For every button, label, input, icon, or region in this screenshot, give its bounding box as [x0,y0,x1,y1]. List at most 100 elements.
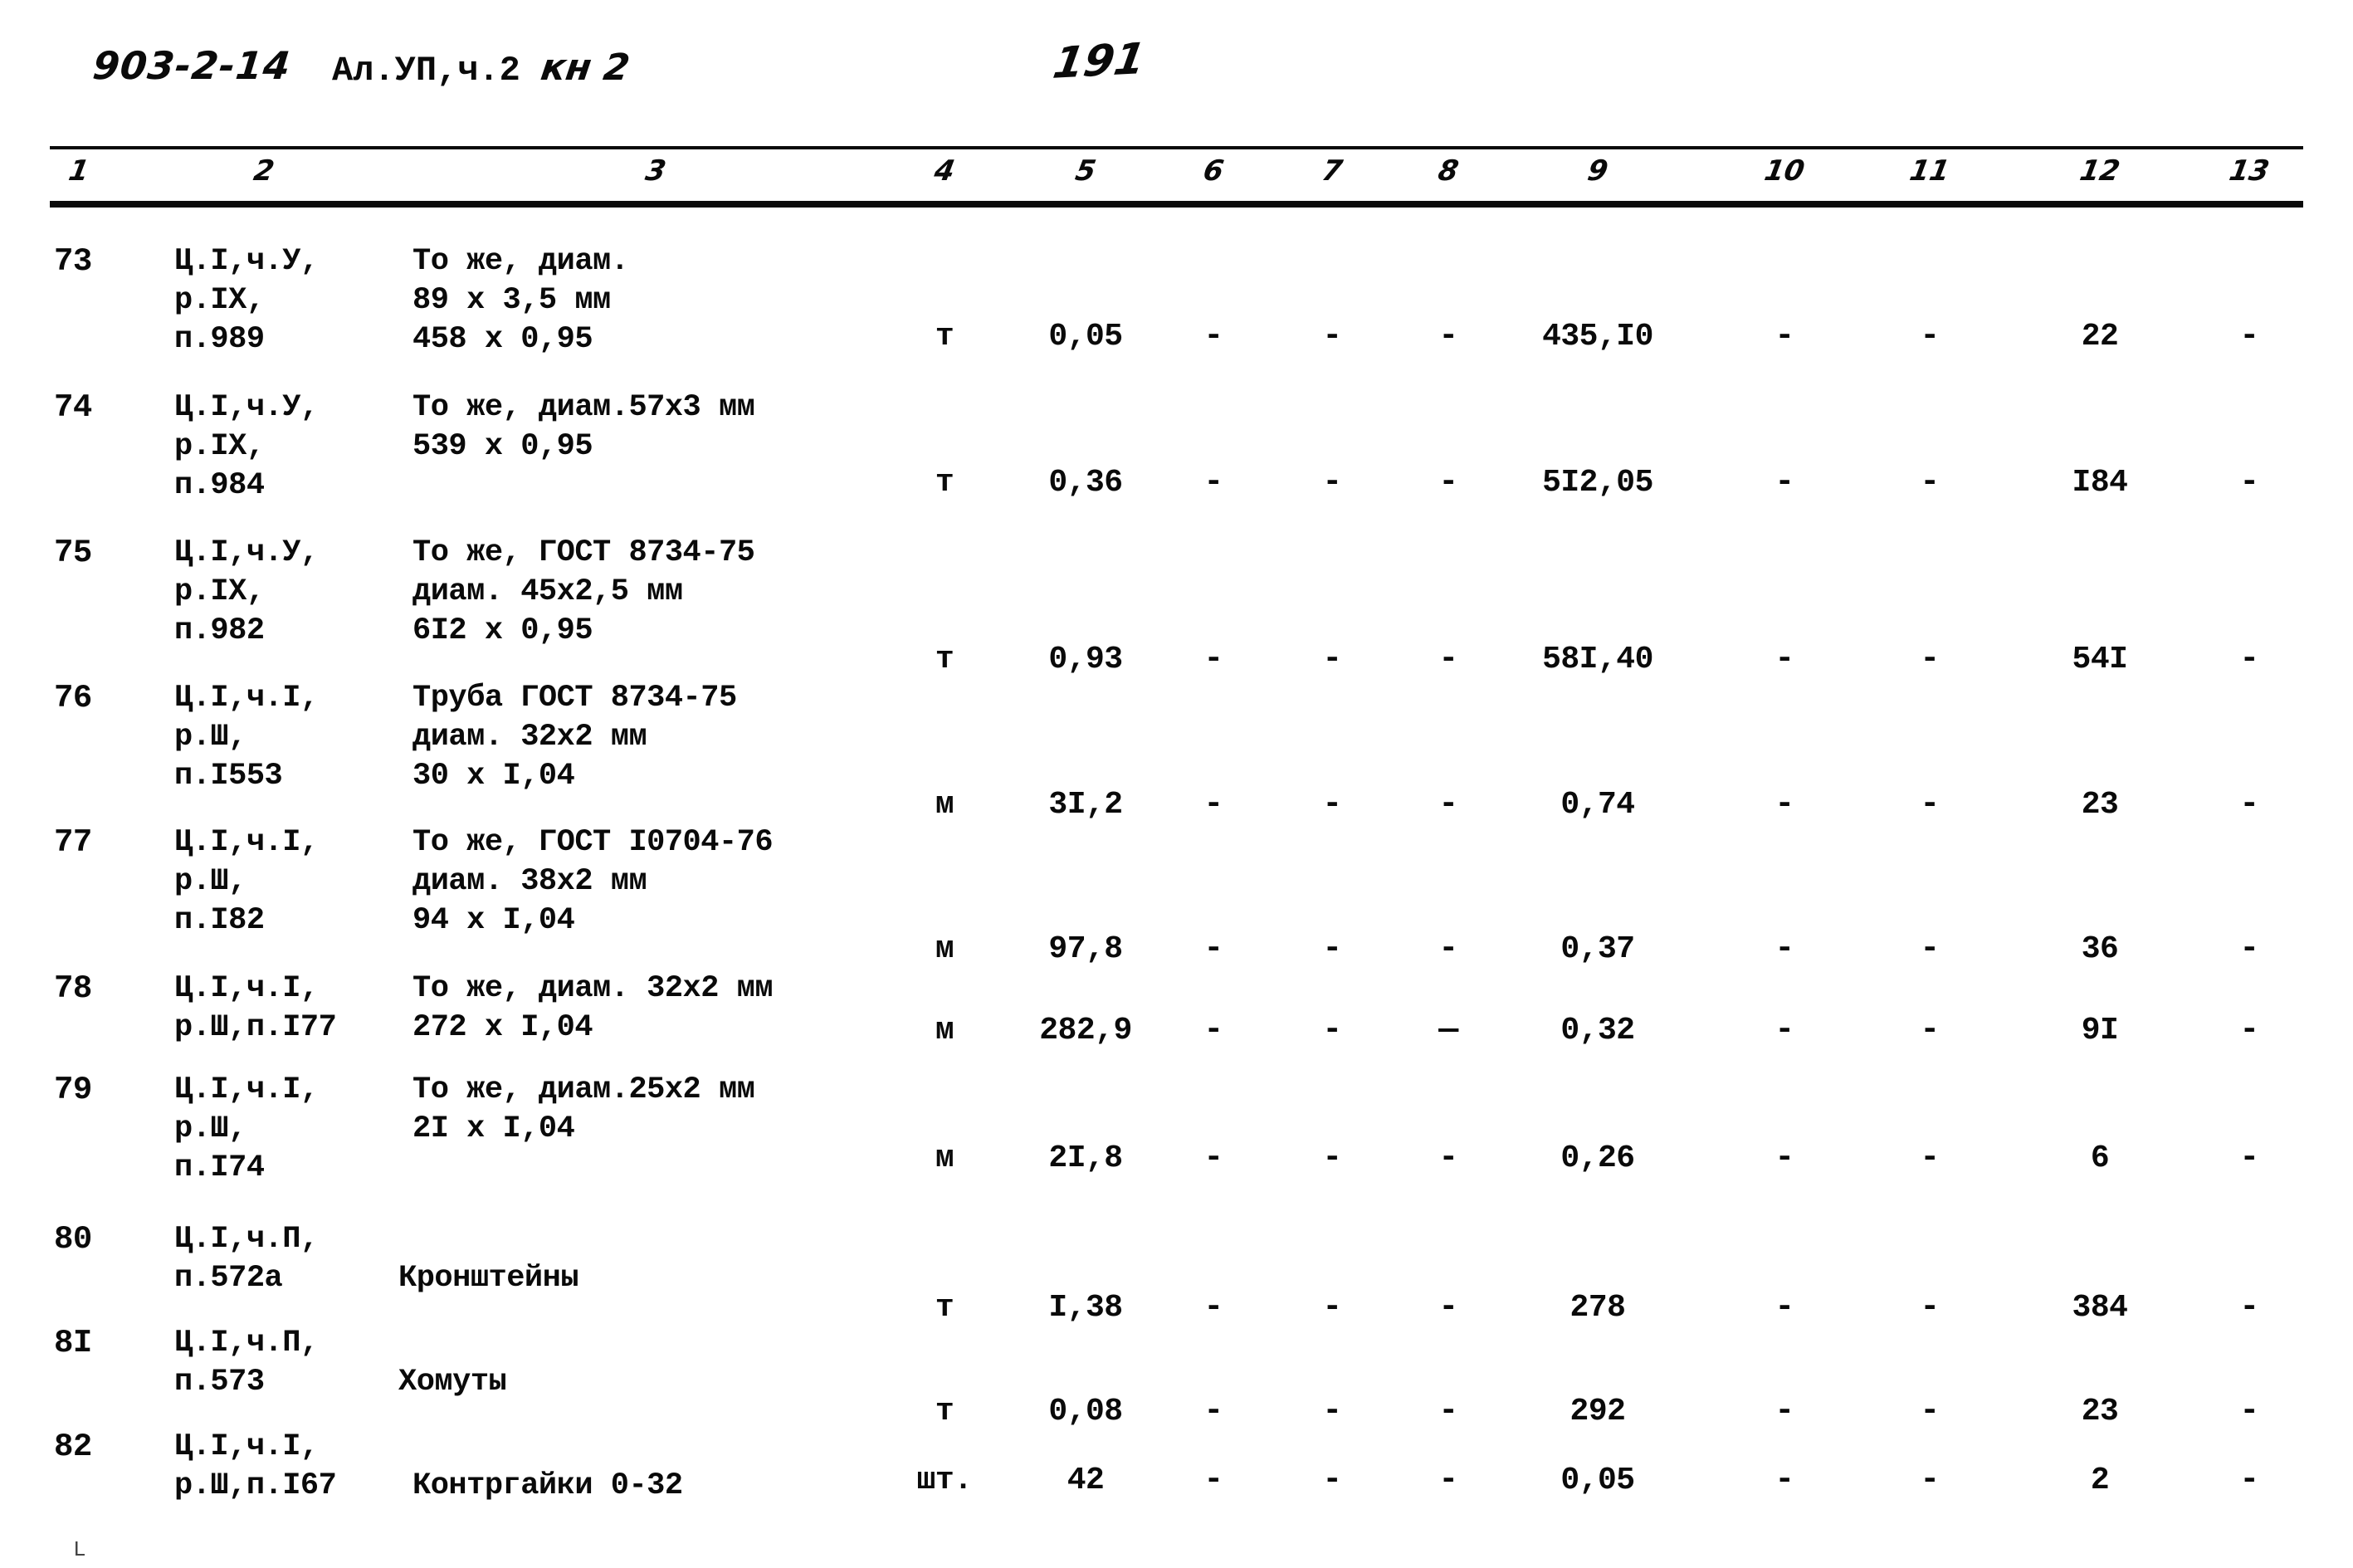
column-number-13: 13 [2226,154,2272,188]
row-number: 79 [54,1072,92,1108]
value-col-5: 42 [1067,1463,1105,1498]
value-col-11: - [1920,1462,1940,1499]
reference-code-line: п.I553 [174,759,283,794]
row-number: 73 [54,243,92,280]
description: То же, ГОСТ 8734-75 диам. 45х2,5 мм 6I2 x … [413,534,755,651]
value-col-12: 6 [2090,1141,2110,1176]
document-code: 903-2-14 [90,43,294,88]
value-col-10: - [1775,641,1794,678]
column-number-3: 3 [642,154,669,188]
value-col-12: I84 [2072,465,2128,501]
description: Кронштейны [398,1259,579,1298]
value-col-5: 2I,8 [1048,1141,1123,1176]
unit: т [935,465,954,501]
scan-artifact: L [73,1537,86,1562]
description-line: диам. 45х2,5 мм [413,574,683,609]
reference-code-line: Ц.I,ч.У, [174,390,319,425]
value-col-8: - [1438,1393,1458,1430]
unit: м [935,1141,954,1176]
description: То же, диам.25х2 мм 2I x I,04 [413,1071,755,1149]
value-col-5: 97,8 [1048,931,1123,967]
unit: т [935,319,954,354]
column-number-2: 2 [251,154,277,188]
description-line: То же, диам.57х3 мм [413,390,755,425]
value-col-10: - [1775,1393,1794,1430]
value-col-8: - [1438,318,1458,355]
value-col-9: 0,74 [1560,787,1635,823]
reference-code-line: Ц.I,ч.I, [174,971,319,1006]
value-col-8: - [1438,786,1458,823]
reference-code-line: Ц.I,ч.П, [174,1222,319,1257]
value-col-13: - [2239,318,2259,355]
value-col-13: - [2239,464,2259,501]
row-number: 77 [54,824,92,861]
scanned-page: 903-2-14 Ал.УП,ч.2 кн 2 191 1 2 3 4 5 6 7 8 9 10 1… [0,0,2353,1568]
value-col-12: 36 [2081,931,2119,967]
value-col-5: 0,93 [1048,642,1123,677]
reference-code: Ц.I,ч.П, п.572а [174,1220,319,1298]
reference-code-line: п.I74 [174,1150,265,1185]
unit: м [935,931,954,967]
description-line: Труба ГОСТ 8734-75 [413,681,737,716]
value-col-13: - [2239,931,2259,968]
reference-code-line: п.573 [174,1365,265,1399]
unit: т [935,1290,954,1326]
value-col-11: - [1920,318,1940,355]
header-rule-bottom [50,201,2303,208]
value-col-8: - [1438,931,1458,968]
unit: м [935,1013,954,1048]
reference-code: Ц.I,ч.У, р.IX, п.984 [174,388,319,506]
reference-code: Ц.I,ч.I, р.Ш, п.I82 [174,823,319,940]
column-number-6: 6 [1200,154,1227,188]
value-col-8: - [1438,464,1458,501]
value-col-11: - [1920,786,1940,823]
reference-code-line: п.989 [174,322,265,357]
reference-code: Ц.I,ч.I, р.Ш,п.I67 [174,1428,337,1506]
reference-code-line: р.Ш,п.I67 [174,1468,337,1503]
description-line: То же, ГОСТ 8734-75 [413,535,755,570]
description-line: 89 x 3,5 мм [413,283,611,318]
description-line: То же, диам.25х2 мм [413,1072,755,1107]
value-col-10: - [1775,1140,1794,1177]
value-col-9: 0,26 [1560,1141,1635,1176]
value-col-9: 58I,40 [1542,642,1653,677]
description-line: То же, ГОСТ I0704-76 [413,825,774,860]
row-number: 80 [54,1221,92,1258]
value-col-8: - [1438,1289,1458,1326]
value-col-10: - [1775,931,1794,968]
description-line: То же, диам. [413,244,629,279]
reference-code-line: Ц.I,ч.П, [174,1326,319,1360]
value-col-9: 0,05 [1560,1463,1635,1498]
description-line: 30 x I,04 [413,759,575,794]
value-col-9: 435,I0 [1542,319,1653,354]
value-col-11: - [1920,1140,1940,1177]
reference-code-line: р.IX, [174,429,265,464]
value-col-5: 0,36 [1048,465,1123,501]
value-col-12: 2 [2090,1463,2110,1498]
value-col-8: - [1438,1140,1458,1177]
reference-code-line: п.I82 [174,903,265,938]
value-col-13: - [2239,1140,2259,1177]
description: Труба ГОСТ 8734-75 диам. 32х2 мм 30 x I,04 [413,679,737,796]
row-number: 8I [54,1325,92,1361]
column-number-4: 4 [931,154,958,188]
description-line: 94 x I,04 [413,903,575,938]
value-col-11: - [1920,1012,1940,1049]
description: То же, диам. 89 x 3,5 мм 458 x 0,95 [413,242,629,359]
reference-code: Ц.I,ч.I, р.Ш, п.I74 [174,1071,319,1188]
column-number-5: 5 [1072,154,1099,188]
description-line: 6I2 x 0,95 [413,613,593,648]
value-col-8: — [1438,1012,1458,1049]
album-text: Ал.УП,ч.2 [332,51,520,90]
reference-code-line: р.IX, [174,283,265,318]
reference-code: Ц.I,ч.I, р.Ш,п.I77 [174,970,337,1048]
reference-code-line: р.Ш,п.I77 [174,1010,337,1045]
column-number-10: 10 [1761,154,1808,188]
value-col-10: - [1775,1012,1794,1049]
reference-code-line: п.572а [174,1261,283,1296]
description-line: 2I x I,04 [413,1111,575,1146]
reference-code: Ц.I,ч.У, р.IX, п.982 [174,534,319,651]
column-number-9: 9 [1584,154,1611,188]
album-book-number: кн 2 [538,46,632,89]
value-col-11: - [1920,1393,1940,1430]
